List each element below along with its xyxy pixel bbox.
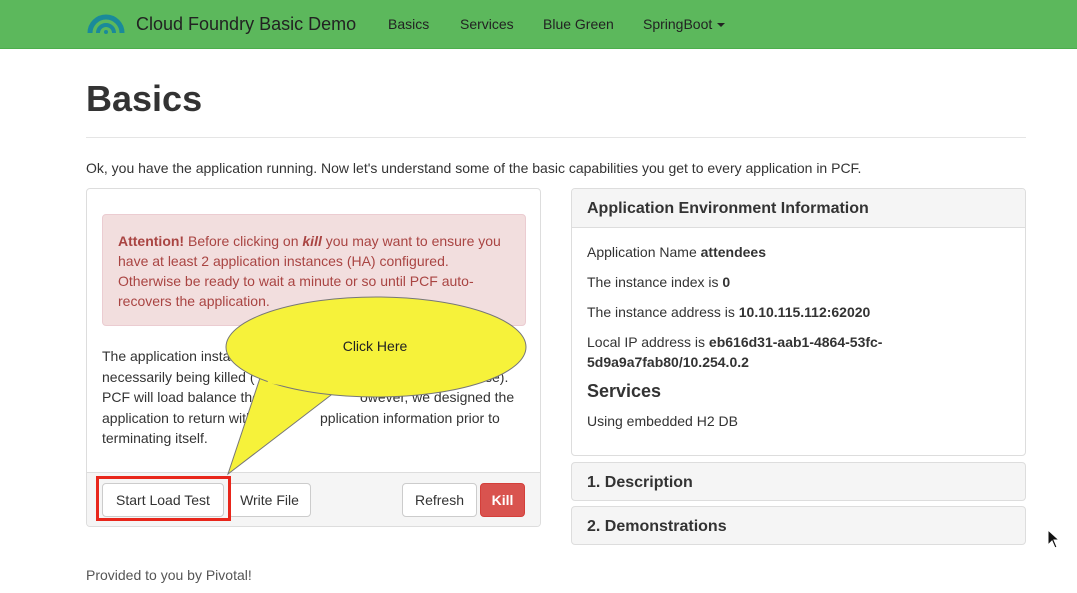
write-file-button[interactable]: Write File [228,483,311,517]
instance-index-line: The instance index is 0 [587,272,730,292]
env-info-panel: Application Environment Information Appl… [571,188,1026,456]
body-line-1: The application insta [102,348,231,364]
nav-services[interactable]: Services [460,16,514,32]
instance-index-label: The instance index is [587,274,723,290]
services-title: Services [587,381,662,401]
caret-down-icon [717,23,726,28]
local-ip-label: Local IP address is [587,334,709,350]
demonstrations-panel-heading[interactable]: 2. Demonstrations [571,506,1026,545]
local-ip-line: Local IP address is eb616d31-aab1-4864-5… [587,332,882,352]
nav-springboot-label: SpringBoot [643,16,713,32]
intro-text: Ok, you have the application running. No… [86,160,862,176]
env-panel-heading: Application Environment Information [572,189,1025,228]
navbar: Cloud Foundry Basic Demo Basics Services… [0,0,1077,49]
kill-button[interactable]: Kill [480,483,525,517]
alert-text-pre: Before clicking on [184,233,303,249]
highlight-box [96,476,231,521]
body-line-5: terminating itself. [102,430,208,446]
instance-address-value: 10.10.115.112:62020 [738,304,871,320]
body-line-4b: pplication information prior to [320,409,500,426]
alert-strong: Attention! [118,233,185,249]
cloud-foundry-logo-icon[interactable] [86,5,126,35]
mouse-cursor-icon [1047,529,1061,549]
app-name-value: attendees [700,244,766,260]
local-ip-value-2: 5d9a9a7fab80/10.254.0.2 [587,354,749,370]
title-divider [86,137,1026,138]
nav-basics[interactable]: Basics [388,16,429,32]
app-name-label: Application Name [587,244,701,260]
body-line-3b: owever, we designed the [360,389,515,405]
page-title: Basics [86,78,203,119]
callout-text: Click Here [342,338,408,354]
attention-alert: Attention! Before clicking on kill you m… [102,214,526,326]
brand-title[interactable]: Cloud Foundry Basic Demo [136,14,356,35]
app-name-line: Application Name attendees [587,242,766,262]
body-line-2b: se). [485,368,509,385]
description-panel-heading[interactable]: 1. Description [571,462,1026,501]
panel-body-text: The application insta necessarily being … [102,346,527,449]
body-line-2: necessarily being killed ( [102,368,255,385]
local-ip-line-2: 5d9a9a7fab80/10.254.0.2 [587,352,749,372]
instance-address-label: The instance address is [587,304,739,320]
footer-text: Provided to you by Pivotal! [86,567,252,583]
services-text: Using embedded H2 DB [587,413,738,429]
nav-springboot-dropdown[interactable]: SpringBoot [643,16,726,32]
nav-blue-green[interactable]: Blue Green [543,16,614,32]
body-line-4: application to return with the [102,409,278,426]
alert-kill-em: kill [302,233,322,249]
refresh-button[interactable]: Refresh [402,483,477,517]
instance-address-line: The instance address is 10.10.115.112:62… [587,302,870,322]
local-ip-value-1: eb616d31-aab1-4864-53fc- [708,334,883,350]
instance-index-value: 0 [722,274,731,290]
body-line-3: PCF will load balance the reque [102,389,300,405]
